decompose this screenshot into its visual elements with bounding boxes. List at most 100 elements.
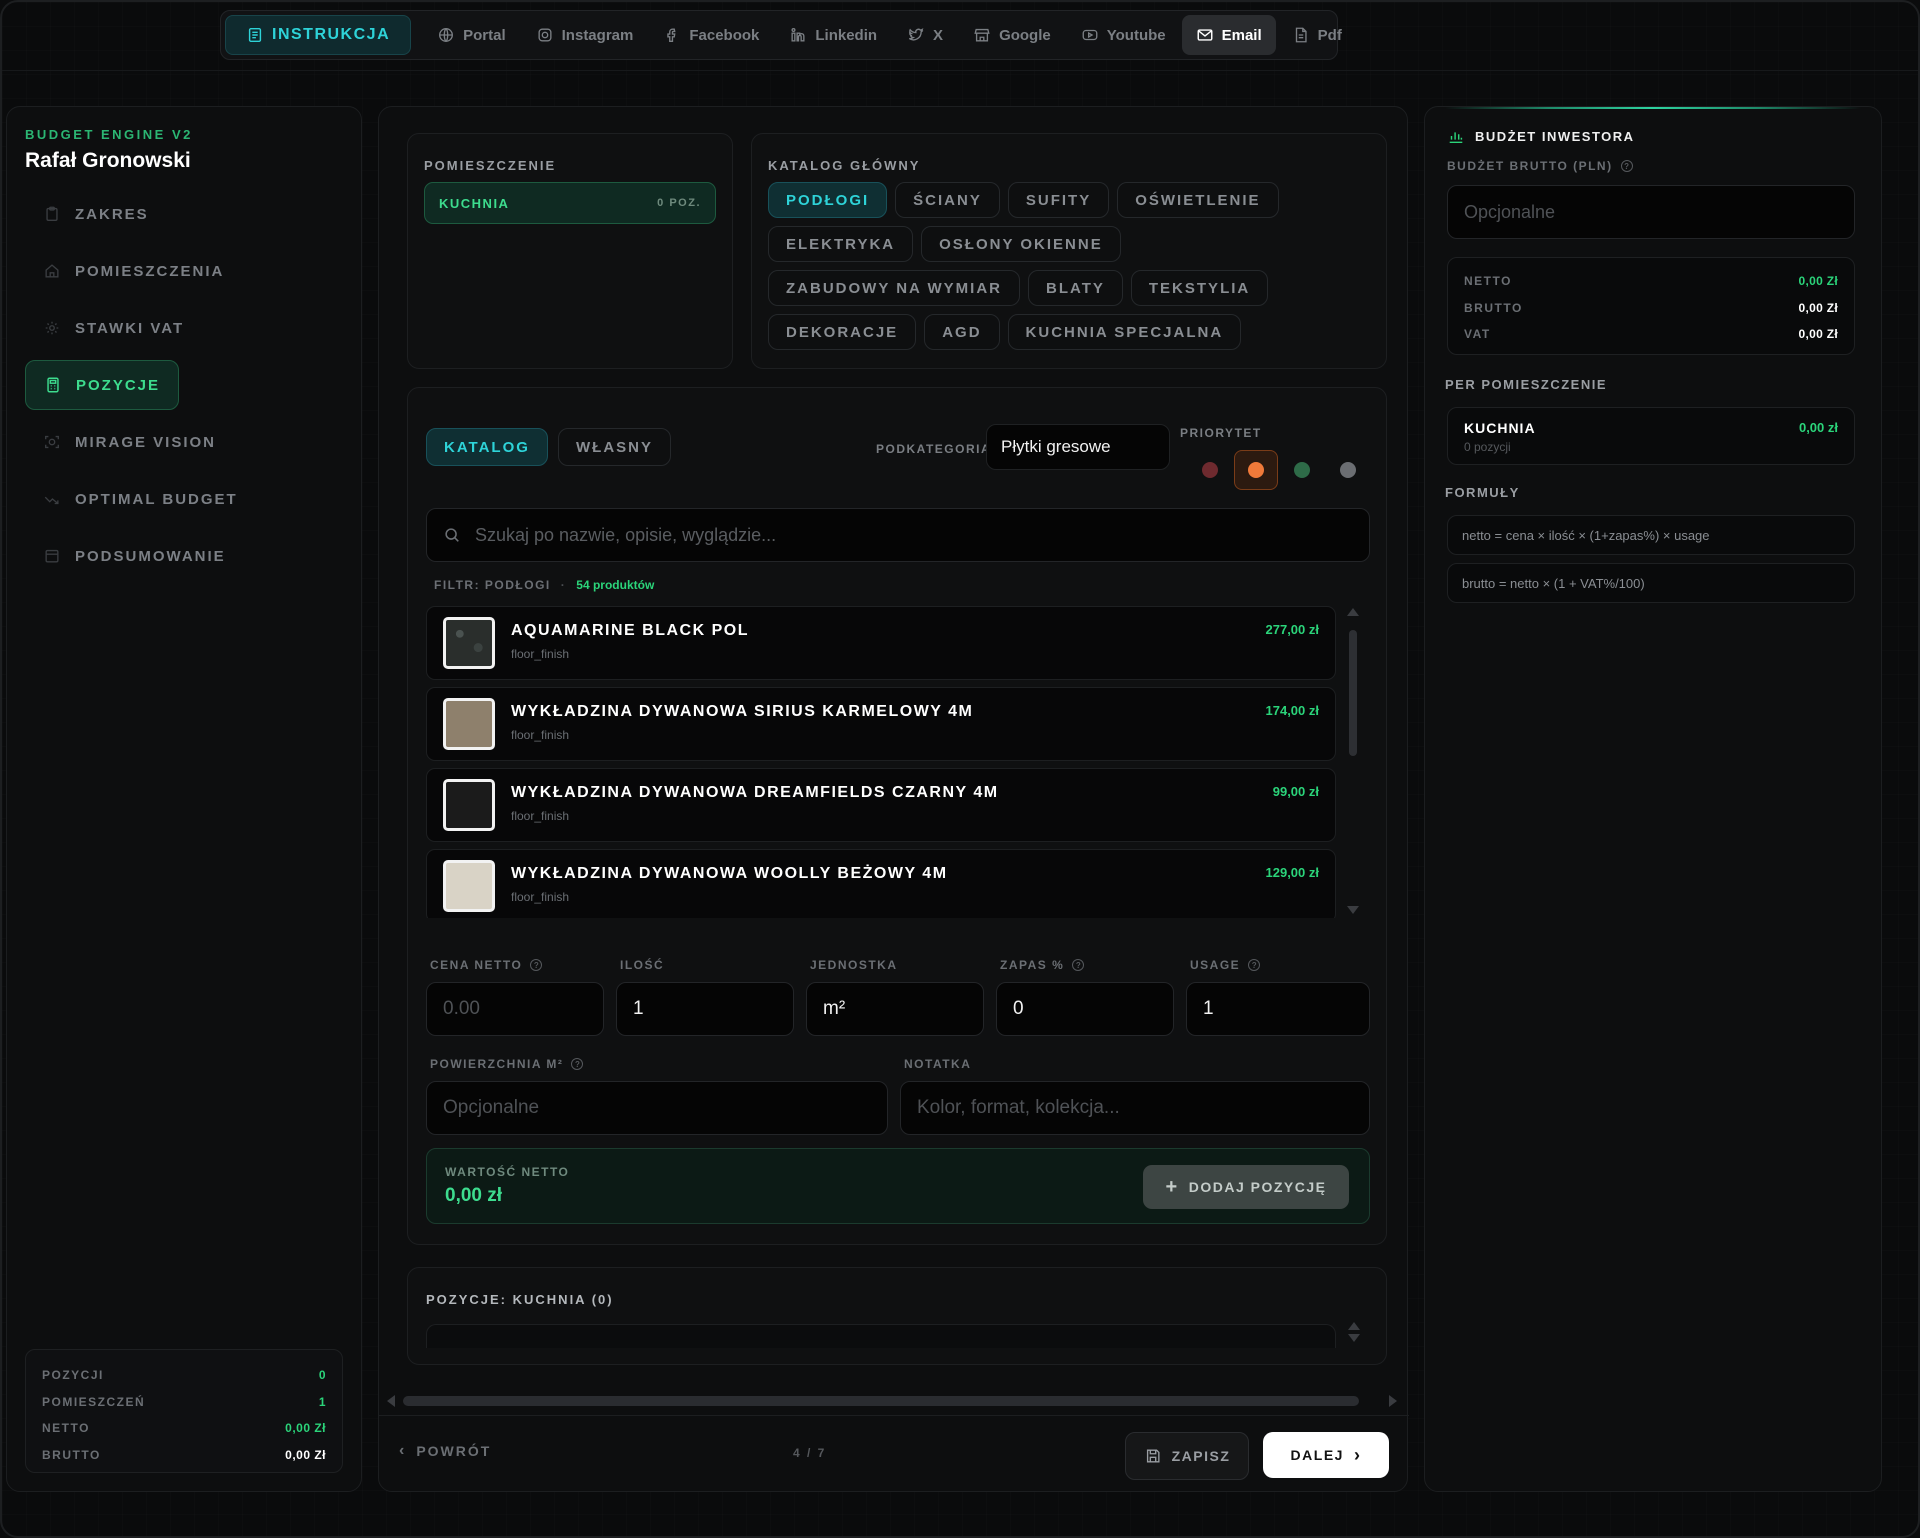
catalog-categories: PODŁOGI ŚCIANY SUFITY OŚWIETLENIE ELEKTR… [768, 182, 1376, 350]
price-label-text: CENA NETTO [430, 958, 523, 972]
filter-info: FILTR: PODŁOGI · 54 produktów [434, 578, 654, 592]
sidebar-item-podsumowanie[interactable]: PODSUMOWANIE [25, 531, 244, 581]
category-chip[interactable]: ELEKTRYKA [768, 226, 914, 262]
sidebar-item-mirage-vision[interactable]: MIRAGE VISION [25, 417, 234, 467]
sidebar-item-label: POMIESZCZENIA [75, 262, 225, 280]
positions-title: POZYCJE: KUCHNIA (0) [426, 1292, 614, 1307]
priority-option-3[interactable] [1280, 450, 1324, 490]
scrollbar-thumb[interactable] [403, 1396, 1359, 1406]
tab-wlasny[interactable]: WŁASNY [558, 428, 671, 466]
nav-x[interactable]: X [893, 15, 957, 55]
product-item[interactable]: WYKŁADZINA DYWANOWA DREAMFIELDS CZARNY 4… [426, 768, 1336, 842]
nav-instrukcja[interactable]: INSTRUKCJA [225, 15, 412, 55]
unit-select[interactable]: m² [806, 982, 984, 1036]
stat-row: NETTO 0,00 Zł [42, 1415, 326, 1442]
product-item[interactable]: AQUAMARINE BLACK POL floor_finish 277,00… [426, 606, 1336, 680]
nav-instagram[interactable]: Instagram [522, 15, 648, 55]
scrollbar-thumb[interactable] [1349, 630, 1357, 756]
room-summary-name: KUCHNIA [1464, 420, 1536, 436]
plus-icon: + [1165, 1176, 1179, 1198]
help-icon[interactable]: ? [571, 1058, 584, 1070]
product-item[interactable]: WYKŁADZINA DYWANOWA SIRIUS KARMELOWY 4M … [426, 687, 1336, 761]
back-button[interactable]: ‹ POWRÓT [399, 1442, 491, 1460]
totals-row: VAT 0,00 Zł [1464, 321, 1838, 348]
stat-value: 1 [318, 1394, 326, 1409]
product-thumbnail [443, 617, 495, 669]
next-button[interactable]: DALEJ › [1263, 1432, 1389, 1478]
scroll-up-icon[interactable] [1348, 1322, 1360, 1330]
product-thumbnail [443, 860, 495, 912]
category-chip[interactable]: OSŁONY OKIENNE [921, 226, 1121, 262]
priority-option-2[interactable] [1234, 450, 1278, 490]
product-category: floor_finish [511, 809, 570, 823]
bar-chart-icon [1447, 127, 1465, 145]
product-category: floor_finish [511, 890, 570, 904]
scroll-up-icon[interactable] [1347, 608, 1359, 616]
room-chip-kuchnia[interactable]: KUCHNIA 0 POZ. [424, 182, 716, 224]
nav-google[interactable]: Google [959, 15, 1065, 55]
category-chip[interactable]: OŚWIETLENIE [1117, 182, 1279, 218]
product-name: WYKŁADZINA DYWANOWA SIRIUS KARMELOWY 4M [511, 703, 974, 720]
category-chip[interactable]: BLATY [1028, 270, 1123, 306]
nav-pdf-label: Pdf [1317, 26, 1342, 44]
subcategory-select[interactable]: Płytki gresowe [986, 424, 1170, 470]
gross-budget-input[interactable]: Opcjonalne [1447, 185, 1855, 239]
horizontal-scrollbar[interactable] [387, 1393, 1397, 1407]
sidebar-item-pomieszczenia[interactable]: POMIESZCZENIA [25, 246, 242, 296]
product-thumbnail [443, 779, 495, 831]
scroll-down-icon[interactable] [1348, 1334, 1360, 1342]
product-item[interactable]: WYKŁADZINA DYWANOWA WOOLLY BEŻOWY 4M flo… [426, 849, 1336, 918]
totals-value: 0,00 Zł [1798, 300, 1838, 315]
category-chip[interactable]: DEKORACJE [768, 314, 917, 350]
formula-brutto: brutto = netto × (1 + VAT%/100) [1447, 563, 1855, 603]
nav-email[interactable]: Email [1181, 15, 1276, 55]
sidebar-stats: POZYCJI 0 POMIESZCZEŃ 1 NETTO 0,00 Zł BRUTT… [25, 1349, 343, 1473]
nav-linkedin-label: Linkedin [815, 26, 878, 44]
help-icon[interactable]: ? [1620, 160, 1633, 172]
nav-facebook[interactable]: Facebook [649, 15, 773, 55]
totals-label: BRUTTO [1464, 300, 1523, 315]
product-list-scrollbar[interactable] [1346, 606, 1360, 918]
help-icon[interactable]: ? [1248, 959, 1261, 971]
net-value-bar: WARTOŚĆ NETTO 0,00 zł + DODAJ POZYCJĘ [426, 1148, 1370, 1224]
product-price: 129,00 zł [1265, 865, 1320, 880]
scroll-left-icon[interactable] [387, 1395, 395, 1407]
sidebar-item-stawki-vat[interactable]: STAWKI VAT [25, 303, 202, 353]
qty-input[interactable]: 1 [616, 982, 794, 1036]
usage-input[interactable]: 1 [1186, 982, 1370, 1036]
category-chip[interactable]: ZABUDOWY NA WYMIAR [768, 270, 1020, 306]
category-chip[interactable]: PODŁOGI [768, 182, 888, 218]
scroll-right-icon[interactable] [1389, 1395, 1397, 1407]
sidebar-item-pozycje[interactable]: POZYCJE [25, 360, 180, 410]
product-search[interactable] [426, 508, 1370, 562]
priority-option-1[interactable] [1188, 450, 1232, 490]
price-input[interactable]: 0.00 [426, 982, 604, 1036]
category-chip[interactable]: ŚCIANY [895, 182, 1000, 218]
category-chip[interactable]: KUCHNIA SPECJALNA [1007, 314, 1242, 350]
search-input[interactable] [475, 524, 1353, 546]
note-input[interactable]: Kolor, format, kolekcja... [900, 1081, 1370, 1135]
nav-portal[interactable]: Portal [423, 15, 520, 55]
nav-youtube[interactable]: Youtube [1067, 15, 1180, 55]
nav-linkedin[interactable]: Linkedin [775, 15, 891, 55]
help-icon[interactable]: ? [530, 959, 543, 971]
tab-katalog[interactable]: KATALOG [426, 428, 548, 466]
scroll-down-icon[interactable] [1347, 906, 1359, 914]
area-input[interactable]: Opcjonalne [426, 1081, 888, 1135]
price-label: CENA NETTO? [430, 958, 543, 972]
save-label: ZAPISZ [1171, 1448, 1231, 1464]
priority-option-4[interactable] [1326, 450, 1370, 490]
category-chip[interactable]: TEKSTYLIA [1130, 270, 1269, 306]
add-position-button[interactable]: + DODAJ POZYCJĘ [1143, 1165, 1349, 1209]
reserve-input[interactable]: 0 [996, 982, 1174, 1036]
save-button[interactable]: ZAPISZ [1125, 1432, 1249, 1480]
nav-pdf[interactable]: Pdf [1278, 15, 1356, 55]
stat-row: POMIESZCZEŃ 1 [42, 1389, 326, 1416]
sidebar-item-zakres[interactable]: ZAKRES [25, 189, 167, 239]
room-panel-title: POMIESZCZENIE [424, 158, 557, 173]
category-chip[interactable]: SUFITY [1007, 182, 1110, 218]
back-label: POWRÓT [416, 1443, 492, 1459]
help-icon[interactable]: ? [1072, 959, 1085, 971]
category-chip[interactable]: AGD [924, 314, 1000, 350]
sidebar-item-optimal-budget[interactable]: OPTIMAL BUDGET [25, 474, 256, 524]
